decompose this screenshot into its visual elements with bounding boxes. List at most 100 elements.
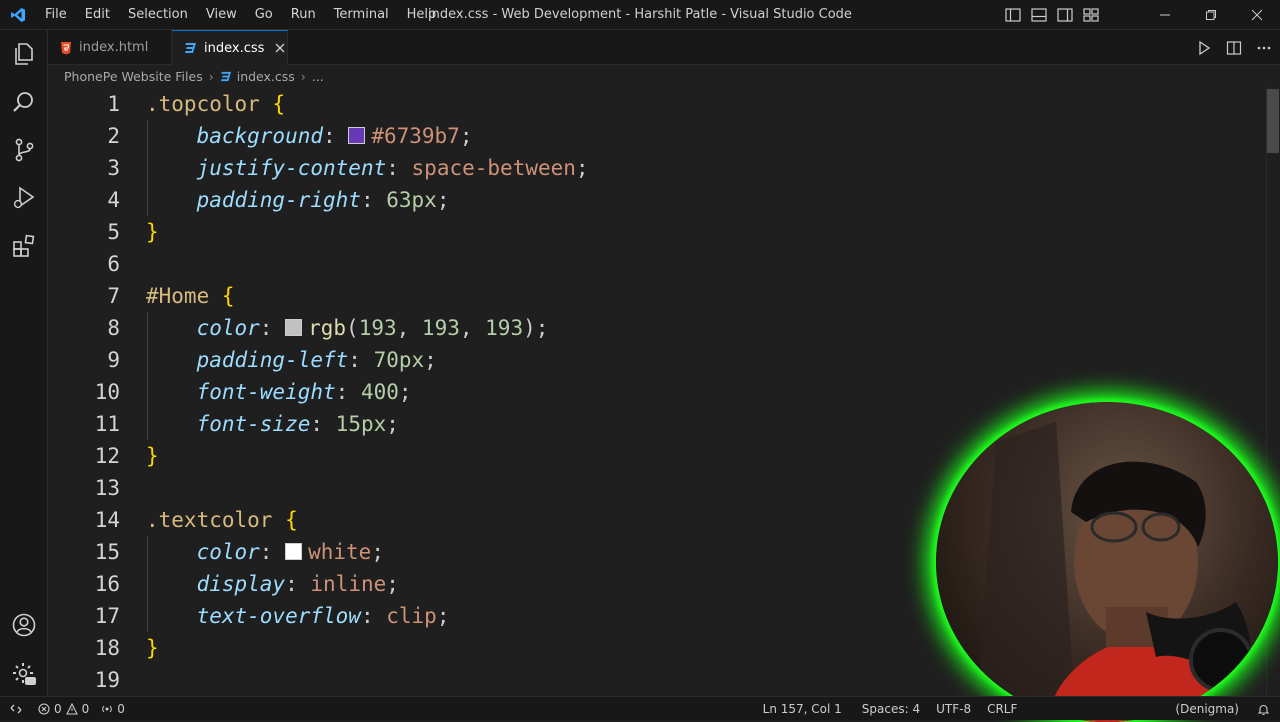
line-number: 7 [107, 284, 120, 308]
html-file-icon [60, 41, 72, 55]
code-line: #Home { [146, 280, 235, 312]
close-icon[interactable] [274, 42, 286, 54]
css-file-icon [220, 71, 232, 82]
code-line: padding-left: 70px; [196, 348, 437, 372]
notifications-bell-icon[interactable] [1247, 703, 1280, 716]
toggle-secondary-sidebar-icon[interactable] [1056, 6, 1074, 24]
window-controls [1142, 0, 1280, 30]
code-line: font-weight: 400; [196, 380, 412, 404]
breadcrumb-file[interactable]: index.css [237, 69, 295, 84]
close-brace: } [146, 636, 159, 660]
tab-index-css[interactable]: index.css [172, 30, 288, 65]
tab-index-html[interactable]: index.html [48, 30, 172, 65]
code-line: justify-content: space-between; [196, 156, 589, 180]
color-swatch[interactable] [348, 126, 366, 144]
layout-controls [1004, 6, 1100, 24]
problems-indicator[interactable]: 0 0 [32, 702, 95, 716]
css-property: padding-right [196, 188, 361, 212]
encoding[interactable]: UTF-8 [928, 702, 979, 716]
css-property: font-size [196, 412, 311, 436]
accounts-icon[interactable] [0, 601, 48, 649]
code-line: .textcolor { [146, 504, 298, 536]
ports-count: 0 [117, 701, 125, 716]
code-line: font-size: 15px; [196, 412, 399, 436]
search-icon[interactable] [0, 78, 48, 126]
run-file-icon[interactable] [1196, 40, 1212, 56]
css-value: clip [386, 604, 437, 628]
line-number: 10 [94, 380, 120, 404]
css-selector: .textcolor [146, 508, 273, 532]
code-line: } [146, 632, 159, 664]
more-actions-icon[interactable] [1256, 40, 1272, 56]
css-file-icon [184, 42, 197, 54]
error-count: 0 [54, 701, 62, 716]
line-number: 11 [94, 412, 120, 436]
activity-bar [0, 30, 48, 696]
css-property: padding-left [196, 348, 349, 372]
code-line: color: white; [196, 540, 384, 564]
status-extension[interactable]: (Denigma) [1025, 702, 1247, 716]
menu-view[interactable]: View [197, 0, 246, 30]
menu-file[interactable]: File [36, 0, 76, 30]
extensions-icon[interactable] [0, 222, 48, 270]
minimize-button[interactable] [1142, 0, 1188, 30]
css-function: rgb [308, 316, 347, 340]
chevron-right-icon: › [300, 68, 306, 84]
line-number: 2 [107, 124, 120, 148]
open-brace: { [285, 508, 298, 532]
menu-edit[interactable]: Edit [76, 0, 119, 30]
line-number: 5 [107, 220, 120, 244]
css-property: justify-content [196, 156, 387, 180]
line-number: 3 [107, 156, 120, 180]
restore-button[interactable] [1188, 0, 1234, 30]
end-of-line[interactable]: CRLF [979, 702, 1025, 716]
toggle-primary-sidebar-icon[interactable] [1004, 6, 1022, 24]
css-number: 193 [421, 316, 460, 340]
breadcrumb: PhonePe Website Files › index.css › ... [48, 65, 1280, 87]
css-value: 15px [335, 412, 387, 436]
split-editor-icon[interactable] [1226, 40, 1242, 56]
color-swatch[interactable] [285, 318, 303, 336]
close-brace: } [146, 444, 159, 468]
vscode-logo-icon [0, 0, 36, 30]
breadcrumb-folder[interactable]: PhonePe Website Files [64, 69, 203, 84]
presenter-portrait [976, 422, 1266, 722]
remote-indicator-icon[interactable] [0, 697, 32, 721]
css-value: 400 [360, 380, 399, 404]
status-bar: 0 0 0 Ln 157, Col 1 Spaces: 4 UTF-8 CRLF… [0, 696, 1280, 720]
scrollbar-thumb[interactable] [1267, 89, 1279, 153]
toggle-panel-icon[interactable] [1030, 6, 1048, 24]
css-selector: .topcolor [146, 92, 260, 116]
menu-selection[interactable]: Selection [119, 0, 197, 30]
customize-layout-icon[interactable] [1082, 6, 1100, 24]
breadcrumb-symbols[interactable]: ... [312, 69, 324, 84]
line-number: 15 [94, 540, 120, 564]
tab-label: index.css [204, 40, 265, 56]
menu-bar: File Edit Selection View Go Run Terminal… [36, 0, 445, 30]
editor-tab-bar: index.html index.css [48, 30, 1280, 65]
close-brace: } [146, 220, 159, 244]
line-number: 4 [107, 188, 120, 212]
line-number: 8 [107, 316, 120, 340]
indentation[interactable]: Spaces: 4 [854, 702, 928, 716]
color-swatch[interactable] [285, 542, 303, 560]
status-bar-right: Ln 157, Col 1 Spaces: 4 UTF-8 CRLF (Deni… [751, 697, 1280, 721]
css-value: inline [310, 572, 387, 596]
css-number: 193 [358, 316, 397, 340]
menu-run[interactable]: Run [282, 0, 325, 30]
code-line: display: inline; [196, 572, 399, 596]
run-debug-icon[interactable] [0, 174, 48, 222]
css-value: #6739b7 [371, 124, 460, 148]
ports-indicator[interactable]: 0 [95, 702, 131, 716]
source-control-icon[interactable] [0, 126, 48, 174]
menu-terminal[interactable]: Terminal [325, 0, 398, 30]
line-number: 14 [94, 508, 120, 532]
line-number: 1 [107, 92, 120, 116]
close-window-button[interactable] [1234, 0, 1280, 30]
manage-gear-icon[interactable] [0, 650, 48, 698]
cursor-position[interactable]: Ln 157, Col 1 [751, 702, 854, 716]
menu-help[interactable]: Help [398, 0, 446, 30]
menu-go[interactable]: Go [246, 0, 282, 30]
css-value: 70px [373, 348, 425, 372]
explorer-icon[interactable] [0, 30, 48, 78]
